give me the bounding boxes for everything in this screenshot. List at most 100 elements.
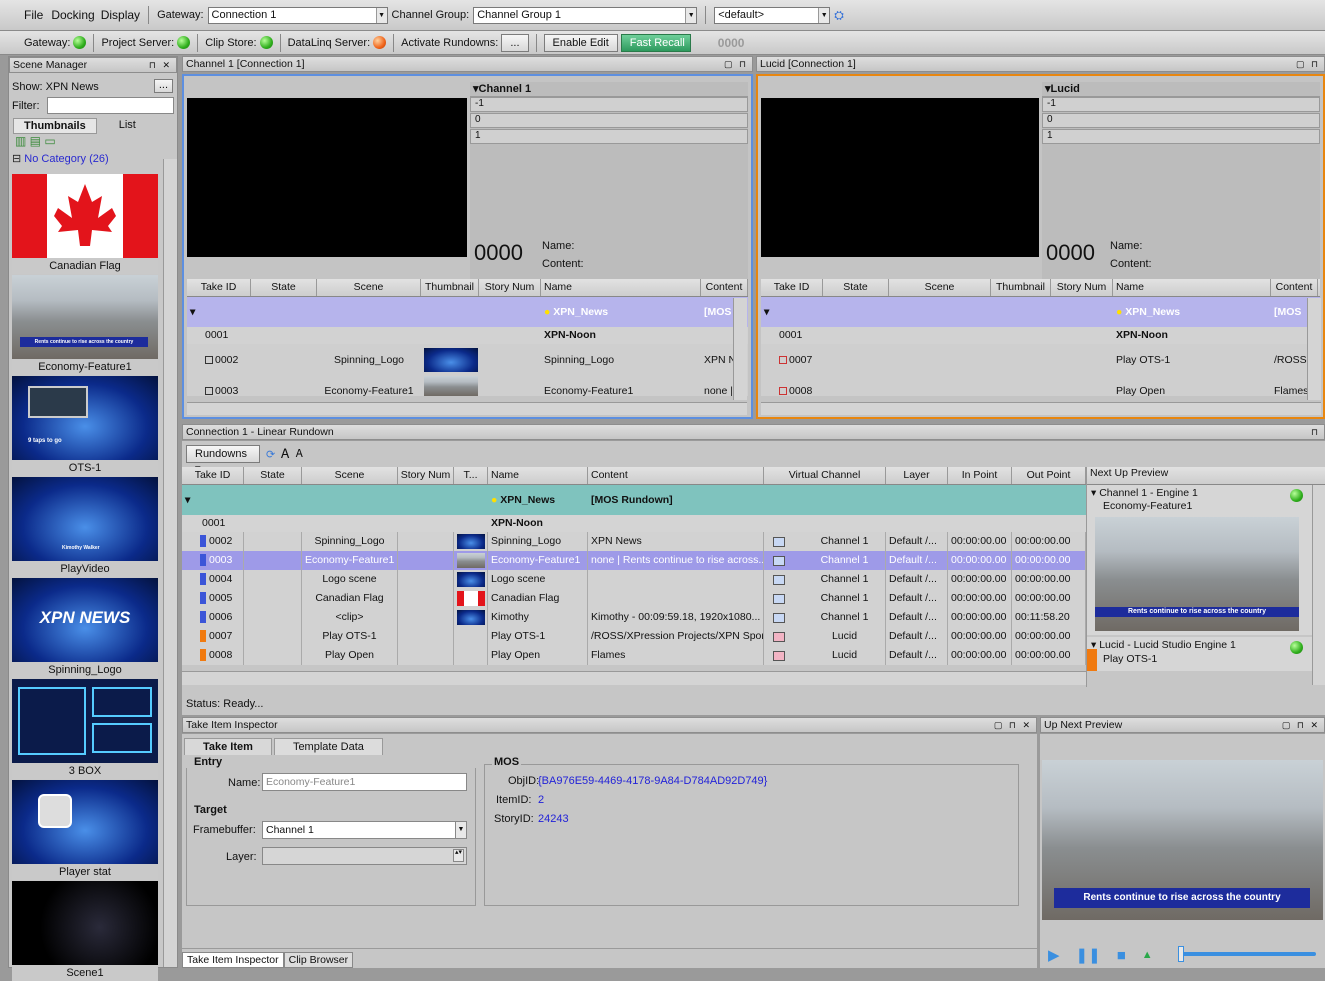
- rundown-row[interactable]: 0007 Play OTS-1 Play OTS-1/ROSS/XPression …: [182, 627, 1086, 646]
- tab-take-item-inspector[interactable]: Take Item Inspector: [182, 952, 284, 968]
- rundown-row[interactable]: 0008 Play Open Play Open Flames Lucid Default…: [182, 646, 1086, 665]
- col-scene[interactable]: Scene: [889, 279, 991, 296]
- group-row[interactable]: ▾ ● XPN_News [MOS: [187, 297, 748, 327]
- scene-thumb-scene1[interactable]: Scene1: [12, 881, 158, 981]
- layer-row[interactable]: 1: [1042, 129, 1320, 144]
- scene-thumb-3-box[interactable]: 3 BOX: [12, 679, 158, 779]
- filter-input[interactable]: [47, 97, 174, 114]
- itemid-value[interactable]: 2: [538, 794, 544, 806]
- tab-take-item[interactable]: Take Item: [184, 738, 272, 755]
- framebuffer-select[interactable]: Channel 1 ▼: [262, 821, 467, 839]
- col-virtual-channel[interactable]: Virtual Channel: [764, 467, 886, 484]
- col-state[interactable]: State: [251, 279, 317, 296]
- view-icons[interactable]: ▥ ▤ ▭: [15, 134, 177, 152]
- tab-clip-browser[interactable]: Clip Browser: [283, 952, 354, 968]
- col-take-id[interactable]: Take ID: [761, 279, 823, 296]
- pin-close-icon[interactable]: ▢ ⊓ ✕: [994, 718, 1036, 732]
- menu-display[interactable]: Display: [101, 8, 140, 22]
- sub-row[interactable]: 0001 XPN-Noon: [761, 327, 1320, 344]
- pin-icon[interactable]: ⊓: [1311, 425, 1324, 439]
- channel1-vscroll[interactable]: [733, 298, 747, 400]
- activate-rundowns-button[interactable]: ...: [501, 33, 529, 52]
- menu-docking[interactable]: Docking: [51, 8, 94, 22]
- col-content[interactable]: Content: [588, 467, 764, 484]
- rundown-row[interactable]: 0003 Economy-Feature1 Economy-Feature1 none…: [182, 551, 1086, 570]
- network-icon[interactable]: ⛭: [834, 8, 844, 23]
- stop-icon[interactable]: ■: [1117, 947, 1126, 964]
- group-row[interactable]: ▾ ● XPN_News [MOS: [761, 297, 1320, 327]
- scene-scrollbar[interactable]: [163, 159, 177, 967]
- next1-card[interactable]: ▾ Channel 1 - Engine 1 Economy-Feature1 …: [1087, 485, 1325, 635]
- eject-icon[interactable]: ▲: [1142, 949, 1153, 961]
- layer-row[interactable]: 0: [470, 113, 748, 128]
- col-state[interactable]: State: [823, 279, 889, 296]
- rundown-group-row[interactable]: ▾ ● XPN_News [MOS Rundown]: [182, 485, 1086, 515]
- col-scene[interactable]: Scene: [317, 279, 421, 296]
- col-take-id[interactable]: Take ID: [187, 279, 251, 296]
- tab-template-data[interactable]: Template Data: [273, 738, 383, 755]
- col-thumbnail[interactable]: Thumbnail: [421, 279, 479, 296]
- channel-group-select[interactable]: Channel Group 1 ▼: [473, 6, 698, 24]
- col-in-point[interactable]: In Point: [948, 467, 1012, 484]
- next-up-scrollbar[interactable]: [1312, 485, 1325, 685]
- tab-thumbnails[interactable]: Thumbnails: [13, 118, 97, 134]
- scene-thumb-ots-1[interactable]: 9 taps to go OTS-1: [12, 376, 158, 476]
- show-browse-button[interactable]: ...: [153, 79, 173, 93]
- col-story-num[interactable]: Story Num: [398, 467, 454, 484]
- col-take-id[interactable]: Take ID: [182, 467, 244, 484]
- rundown-row[interactable]: 0002 Spinning_Logo Spinning_Logo XPN News Ch…: [182, 532, 1086, 551]
- scene-thumb-player-stat[interactable]: Player stat: [12, 780, 158, 880]
- lucid-vscroll[interactable]: [1307, 298, 1321, 400]
- col-state[interactable]: State: [244, 467, 302, 484]
- scene-thumb-spinning-logo[interactable]: XPN NEWS Spinning_Logo: [12, 578, 158, 678]
- storyid-value[interactable]: 24243: [538, 813, 569, 825]
- sub-row[interactable]: 0001 XPN-Noon: [187, 327, 748, 344]
- col-name[interactable]: Name: [541, 279, 701, 296]
- col-scene[interactable]: Scene: [302, 467, 398, 484]
- rundown-hscroll[interactable]: [182, 671, 1086, 685]
- pin-icon[interactable]: ▢ ⊓: [724, 57, 752, 71]
- font-decrease-icon[interactable]: Ꭺ: [296, 448, 303, 461]
- col-name[interactable]: Name: [488, 467, 588, 484]
- col-content[interactable]: Content: [1271, 279, 1318, 296]
- col-thumbnail[interactable]: T...: [454, 467, 488, 484]
- col-content[interactable]: Content: [701, 279, 748, 296]
- take-row[interactable]: 0007 Play OTS-1 /ROSS,: [761, 344, 1320, 376]
- take-row[interactable]: 0002 Spinning_Logo Spinning_Logo XPN Ne: [187, 344, 748, 376]
- refresh-icon[interactable]: ⟳: [266, 448, 275, 461]
- menu-file[interactable]: File: [24, 8, 43, 22]
- layer-row[interactable]: 0: [1042, 113, 1320, 128]
- enable-edit-button[interactable]: Enable Edit: [543, 33, 618, 52]
- next2-card[interactable]: ▾ Lucid - Lucid Studio Engine 1 Play OTS…: [1087, 637, 1325, 671]
- rundown-sub-row[interactable]: 0001 XPN-Noon: [182, 515, 1086, 532]
- play-icon[interactable]: ▶: [1048, 946, 1060, 964]
- scene-thumb-canadian-flag[interactable]: Canadian Flag: [12, 174, 158, 274]
- fast-recall-button[interactable]: Fast Recall: [620, 33, 691, 52]
- pin-close-icon[interactable]: ▢ ⊓ ✕: [1282, 718, 1324, 732]
- rundown-row[interactable]: 0006 <clip> Kimothy Kimothy - 00:09:59.18, …: [182, 608, 1086, 627]
- font-increase-icon[interactable]: Ꭺ: [281, 446, 290, 462]
- scene-thumb-economy-feature1[interactable]: Rents continue to rise across the countr…: [12, 275, 158, 375]
- layer-select[interactable]: ▴▾: [262, 847, 467, 865]
- rundowns-dropdown[interactable]: Rundowns ▾: [186, 445, 260, 475]
- channel1-hscroll[interactable]: [187, 402, 747, 415]
- default-select[interactable]: <default> ▼: [714, 6, 831, 24]
- col-story-num[interactable]: Story Num: [479, 279, 541, 296]
- take-row[interactable]: 0003 Economy-Feature1 Economy-Feature1 n…: [187, 376, 748, 396]
- rundown-row[interactable]: 0005 Canadian Flag Canadian Flag Channel 1 D…: [182, 589, 1086, 608]
- name-field[interactable]: Economy-Feature1: [262, 773, 467, 791]
- pin-close-icon[interactable]: ⊓ ✕: [149, 58, 176, 72]
- pin-icon[interactable]: ▢ ⊓: [1296, 57, 1324, 71]
- pause-icon[interactable]: ❚❚: [1076, 946, 1101, 964]
- playback-slider[interactable]: [1178, 952, 1316, 956]
- col-name[interactable]: Name: [1113, 279, 1271, 296]
- layer-row[interactable]: 1: [470, 129, 748, 144]
- layer-row[interactable]: -1: [470, 97, 748, 112]
- objid-value[interactable]: {BA976E59-4469-4178-9A84-D784AD92D749}: [538, 775, 767, 787]
- gateway-select[interactable]: Connection 1 ▼: [207, 6, 388, 24]
- col-thumbnail[interactable]: Thumbnail: [991, 279, 1051, 296]
- col-story-num[interactable]: Story Num: [1051, 279, 1113, 296]
- col-out-point[interactable]: Out Point: [1012, 467, 1086, 484]
- tab-list[interactable]: List: [97, 118, 158, 134]
- rundown-row[interactable]: 0004 Logo scene Logo scene Channel 1 Default…: [182, 570, 1086, 589]
